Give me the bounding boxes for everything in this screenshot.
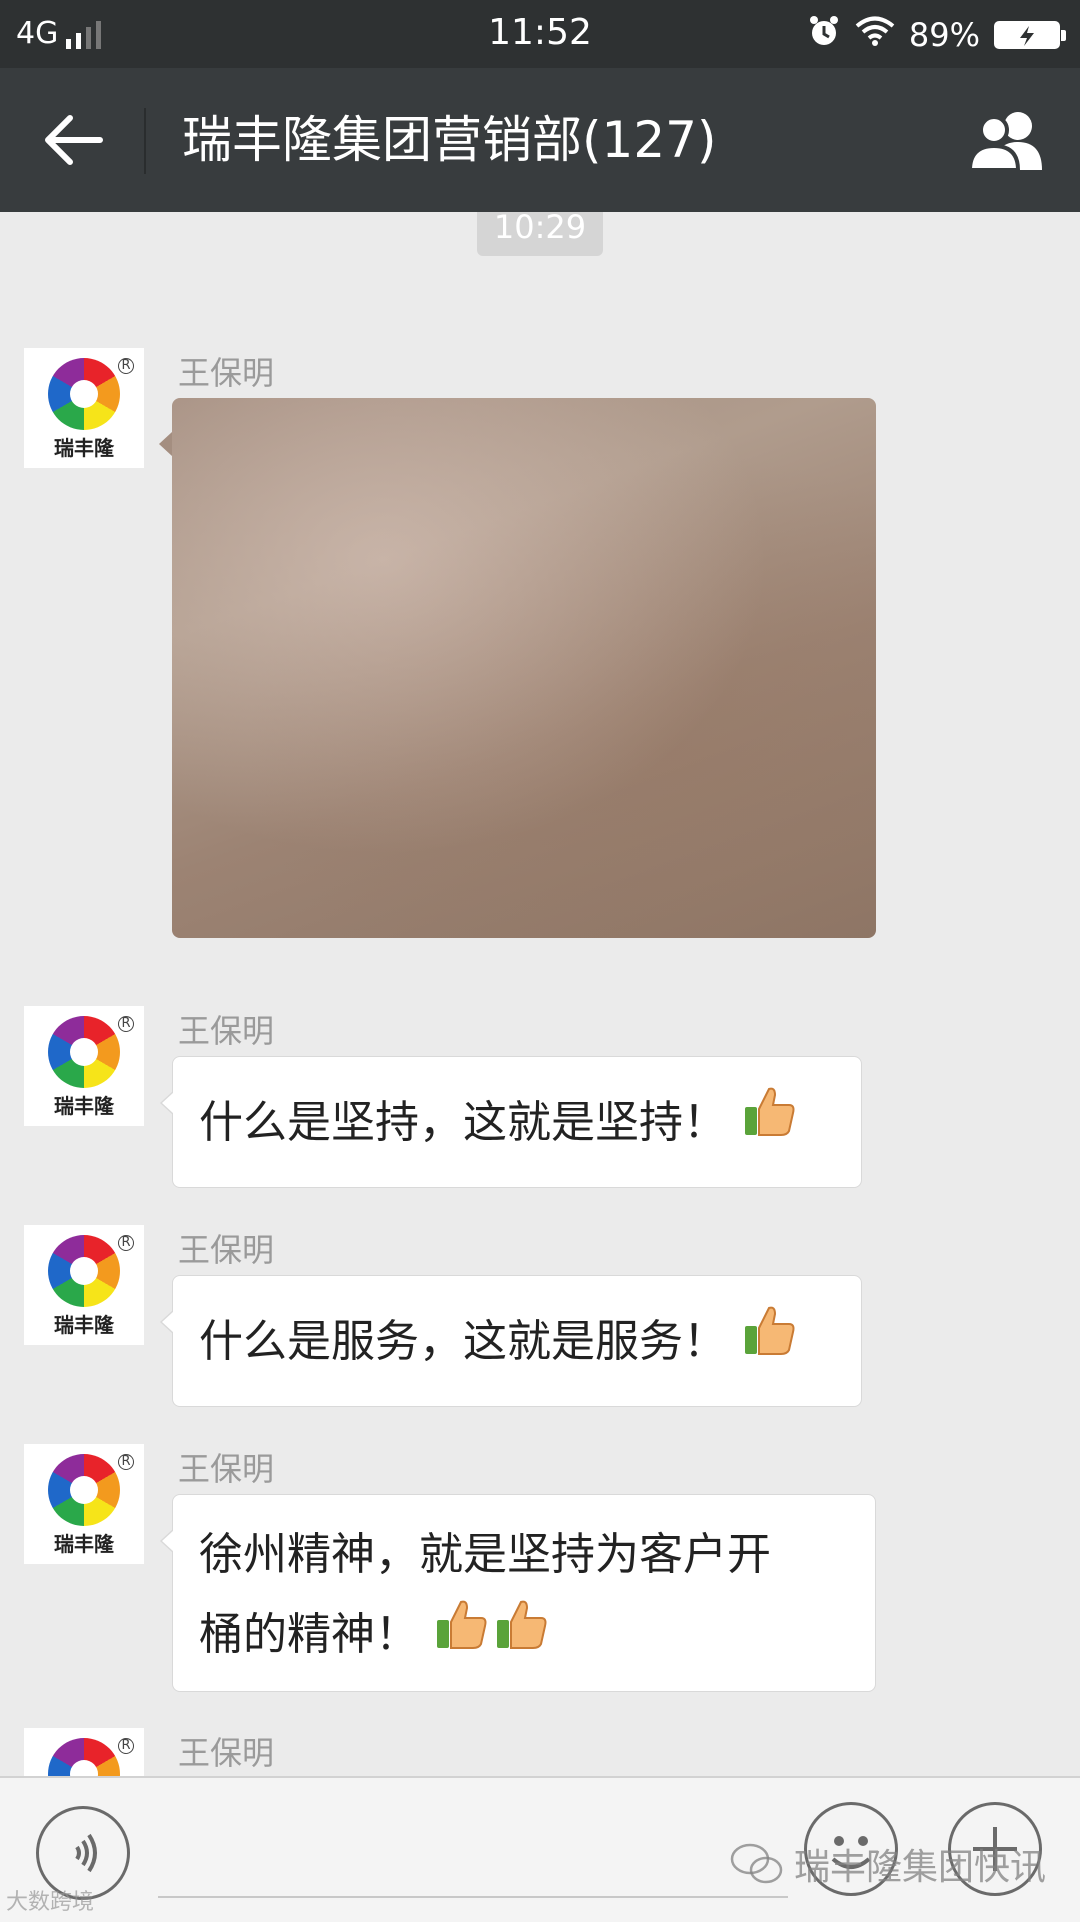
wifi-icon [855,15,895,55]
group-members-button[interactable] [966,108,1050,172]
avatar[interactable]: R 瑞丰隆 [24,1225,144,1345]
sender-name: 王保明 [178,1734,275,1772]
back-arrow-icon [45,115,103,165]
watermark-text: 瑞丰隆集团快讯 [794,1847,1047,1888]
text-message[interactable]: 什么是服务，这就是服务！ [160,1275,862,1407]
avatar[interactable]: R 瑞丰隆 [24,348,144,468]
sender-name: 王保明 [178,1231,275,1269]
wechat-icon [730,1843,783,1884]
chat-title: 瑞丰隆集团营销部(127) [182,111,717,169]
timestamp: 10:29 [477,212,603,256]
avatar[interactable]: R 瑞丰隆 [24,1006,144,1126]
message-input[interactable] [158,1896,788,1898]
avatar[interactable]: R 瑞丰隆 [24,1444,144,1564]
status-icons: 89% [807,14,1066,56]
watermark: 瑞丰隆集团快讯 [730,1838,1046,1890]
text-message[interactable]: 徐州精神，就是坚持为客户开 桶的精神！ [160,1494,876,1692]
corner-watermark: 大数跨境 [6,1890,95,1915]
text-message[interactable]: 什么是坚持，这就是坚持！ [160,1056,862,1188]
thumbs-up-icon [433,1596,489,1678]
logo-wheel [48,358,120,430]
message-text-line2: 桶的精神！ [199,1609,419,1660]
sender-name: 王保明 [178,354,275,392]
message-list[interactable]: 10:29 R 瑞丰隆 王保明 R 瑞丰隆 王保明 什么是坚持，这就是坚持！ R… [0,212,1080,1776]
alarm-icon [807,14,841,56]
group-members-icon [967,112,1042,172]
back-button[interactable] [40,112,106,168]
header-divider [144,108,146,174]
thumbs-up-icon [493,1596,549,1678]
image-message[interactable] [159,398,876,938]
message-text: 什么是服务，这就是服务！ [199,1316,727,1367]
sender-name: 王保明 [178,1012,275,1050]
thumbs-up-icon [741,1298,797,1390]
battery-charging-icon [994,21,1066,49]
battery-percent: 89% [908,16,980,54]
status-bar: 4G 11:52 89% [0,0,1080,68]
avatar[interactable]: R [24,1728,144,1776]
thumbs-up-icon [741,1079,797,1171]
sender-name: 王保明 [178,1450,275,1488]
message-text: 什么是坚持，这就是坚持！ [199,1097,727,1148]
chat-header: 瑞丰隆集团营销部(127) [0,68,1080,212]
message-text-line1: 徐州精神，就是坚持为客户开 [199,1529,771,1580]
